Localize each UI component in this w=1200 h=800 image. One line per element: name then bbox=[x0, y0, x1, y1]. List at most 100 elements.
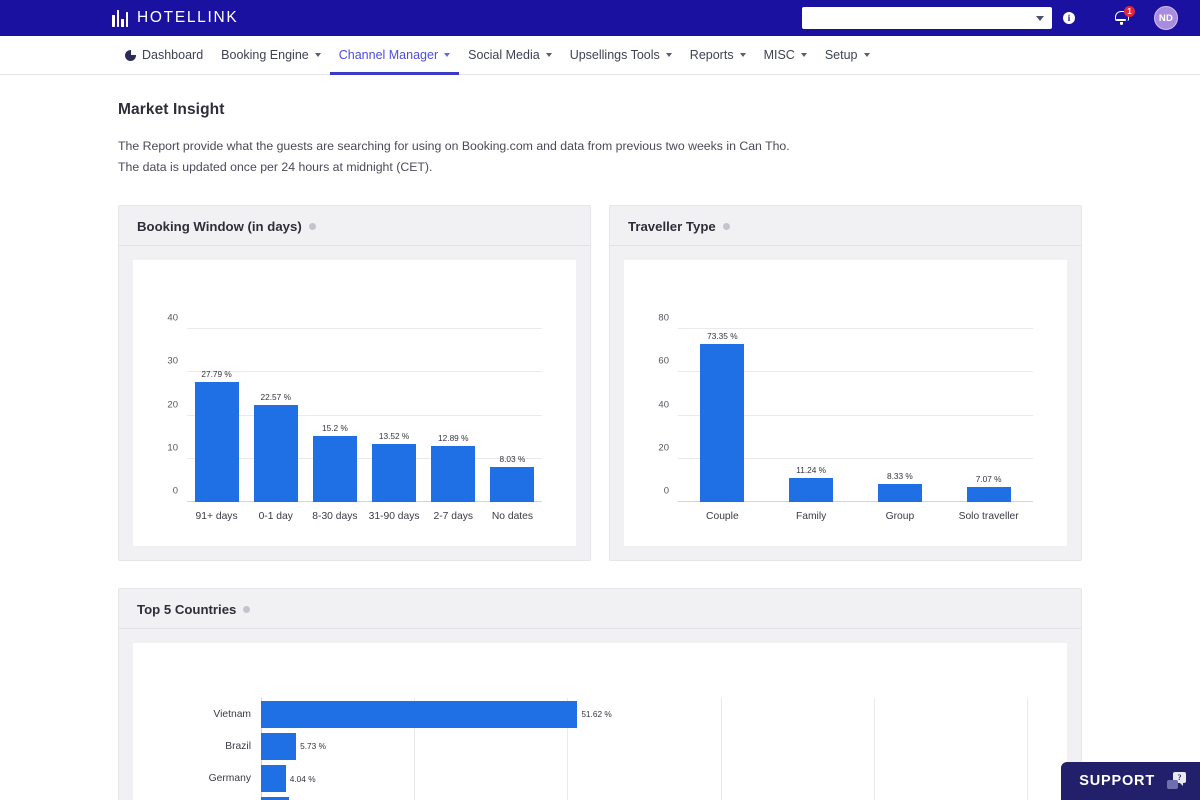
bar[interactable] bbox=[253, 404, 298, 502]
charts-row-bottom: Top 5 Countries Vietnam 51.62 % Brazil 5.73… bbox=[118, 588, 1082, 800]
card-title: Booking Window (in days) bbox=[137, 219, 302, 234]
bar[interactable] bbox=[431, 446, 476, 502]
info-icon[interactable] bbox=[243, 606, 251, 613]
chevron-down-icon bbox=[665, 53, 672, 57]
x-axis-category-label: 91+ days bbox=[195, 511, 238, 522]
nav-item-upsellings-tools[interactable]: Upsellings Tools bbox=[561, 36, 681, 75]
chart-top-countries: Vietnam 51.62 % Brazil 5.73 % Germany 4.04 % F bbox=[133, 643, 1067, 800]
x-axis-category-label: 8-30 days bbox=[312, 511, 358, 522]
nav-item-social-media[interactable]: Social Media bbox=[459, 36, 561, 75]
bar-value-label: 5.73 % bbox=[300, 741, 326, 752]
nav-item-reports[interactable]: Reports bbox=[681, 36, 755, 75]
bar-group[interactable]: 7.07 % Solo traveller bbox=[944, 312, 1033, 522]
bar[interactable] bbox=[490, 467, 535, 502]
notifications-button[interactable]: 1 bbox=[1114, 6, 1135, 28]
bar-row[interactable]: Vietnam 51.62 % bbox=[213, 698, 1027, 730]
chevron-down-icon bbox=[314, 53, 321, 57]
bar[interactable] bbox=[789, 477, 834, 502]
bar-group[interactable]: 22.57 % 0-1 day bbox=[246, 312, 305, 522]
chat-bubbles-icon: ? bbox=[1167, 772, 1186, 789]
main-navigation: Dashboard Booking Engine Channel Manager… bbox=[0, 36, 1200, 75]
nav-label: Upsellings Tools bbox=[569, 48, 660, 62]
bar-value-label: 51.62 % bbox=[581, 709, 612, 720]
bar-group[interactable]: 11.24 % Family bbox=[767, 312, 856, 522]
brand-logo[interactable]: HOTELLINK bbox=[112, 9, 238, 27]
top-bar-actions: 1 ND bbox=[802, 0, 1200, 36]
bar-row[interactable]: Germany 4.04 % bbox=[209, 763, 1027, 795]
card-title: Traveller Type bbox=[628, 219, 716, 234]
page-content: Market Insight The Report provide what t… bbox=[0, 101, 1200, 800]
charts-row-top: Booking Window (in days) 0 10 20 30 40 27.79… bbox=[118, 205, 1082, 561]
bar[interactable] bbox=[261, 732, 297, 760]
notification-badge: 1 bbox=[1124, 6, 1135, 17]
nav-label: Setup bbox=[824, 48, 858, 62]
bars: Vietnam 51.62 % Brazil 5.73 % Germany 4.04 % F bbox=[209, 698, 1027, 800]
nav-item-misc[interactable]: MISC bbox=[755, 36, 816, 75]
info-icon[interactable] bbox=[308, 223, 316, 230]
vertical-bar-chart: 0 10 20 30 40 27.79 % 91+ days 22.57 % 0-1 day 1… bbox=[133, 260, 576, 546]
avatar[interactable]: ND bbox=[1154, 6, 1178, 30]
nav-item-setup[interactable]: Setup bbox=[816, 36, 879, 75]
gridline bbox=[1027, 698, 1028, 800]
bar-group[interactable]: 12.89 % 2-7 days bbox=[424, 312, 483, 522]
bar-value-label: 13.52 % bbox=[378, 430, 410, 441]
property-select[interactable] bbox=[802, 7, 1052, 29]
bar[interactable] bbox=[700, 343, 745, 502]
y-axis-tick-label: 40 bbox=[167, 312, 178, 324]
page-title: Market Insight bbox=[118, 101, 225, 118]
pie-chart-icon bbox=[125, 49, 137, 61]
y-axis-tick-label: 20 bbox=[167, 399, 178, 411]
bar-value-label: 4.04 % bbox=[289, 773, 316, 784]
card-traveller-type: Traveller Type 0 20 40 60 80 73.35 % Couple 11… bbox=[609, 205, 1082, 561]
bar[interactable] bbox=[312, 436, 357, 502]
y-axis-tick-label: 10 bbox=[167, 442, 178, 454]
chart-booking-window: 0 10 20 30 40 27.79 % 91+ days 22.57 % 0-1 day 1… bbox=[133, 260, 576, 546]
bar-value-label: 27.79 % bbox=[201, 369, 232, 379]
x-axis-category-label: 31-90 days bbox=[368, 511, 420, 522]
support-button[interactable]: SUPPORT ? bbox=[1061, 762, 1200, 800]
x-axis-category-label: Family bbox=[795, 511, 827, 522]
bar-group[interactable]: 8.03 % No dates bbox=[483, 312, 542, 522]
bar[interactable] bbox=[877, 484, 922, 502]
bar-row[interactable]: F bbox=[261, 795, 1027, 800]
chevron-down-icon bbox=[863, 53, 870, 57]
y-axis-tick-label: 80 bbox=[658, 312, 669, 324]
bar-group[interactable]: 13.52 % 31-90 days bbox=[365, 312, 424, 522]
bar-value-label: 7.07 % bbox=[975, 473, 1002, 484]
bar-value-label: 15.2 % bbox=[322, 423, 348, 434]
nav-item-booking-engine[interactable]: Booking Engine bbox=[212, 36, 330, 75]
bar[interactable] bbox=[194, 382, 239, 502]
card-top-countries: Top 5 Countries Vietnam 51.62 % Brazil 5.73… bbox=[118, 588, 1082, 800]
y-axis-category-label: Vietnam bbox=[213, 708, 251, 720]
bar[interactable] bbox=[261, 765, 286, 793]
support-label: SUPPORT bbox=[1079, 772, 1155, 789]
bar-group[interactable]: 27.79 % 91+ days bbox=[187, 312, 246, 522]
x-axis-category-label: Group bbox=[885, 511, 915, 522]
x-axis-category-label: Couple bbox=[706, 511, 739, 522]
bar[interactable] bbox=[372, 443, 417, 502]
x-axis-category-label: 2-7 days bbox=[433, 511, 474, 522]
y-axis-tick-label: 0 bbox=[663, 485, 669, 497]
info-icon[interactable] bbox=[1063, 12, 1075, 24]
nav-item-dashboard[interactable]: Dashboard bbox=[116, 36, 212, 75]
bar-group[interactable]: 15.2 % 8-30 days bbox=[305, 312, 364, 522]
bar[interactable] bbox=[261, 700, 578, 728]
nav-item-channel-manager[interactable]: Channel Manager bbox=[329, 36, 460, 75]
info-icon[interactable] bbox=[722, 223, 730, 230]
bar-group[interactable]: 8.33 % Group bbox=[856, 312, 945, 522]
nav-label: Booking Engine bbox=[221, 48, 309, 62]
y-axis-tick-label: 60 bbox=[658, 355, 669, 367]
bar-group[interactable]: 73.35 % Couple bbox=[678, 312, 767, 522]
x-axis-category-label: Solo traveller bbox=[958, 511, 1019, 522]
chevron-down-icon bbox=[1036, 15, 1044, 21]
hotellink-bars-icon bbox=[112, 9, 128, 27]
bar-row[interactable]: Brazil 5.73 % bbox=[225, 730, 1027, 762]
bar[interactable] bbox=[966, 486, 1011, 502]
y-axis-category-label: Brazil bbox=[225, 740, 251, 752]
chevron-down-icon bbox=[739, 53, 746, 57]
bar-value-label: 11.24 % bbox=[796, 464, 827, 475]
bars: 73.35 % Couple 11.24 % Family 8.33 % Group 7.0… bbox=[678, 312, 1033, 522]
horizontal-bar-chart: Vietnam 51.62 % Brazil 5.73 % Germany 4.04 % F bbox=[133, 643, 1067, 800]
chart-traveller-type: 0 20 40 60 80 73.35 % Couple 11.24 % Family 8.33… bbox=[624, 260, 1067, 546]
chevron-down-icon bbox=[444, 53, 451, 57]
